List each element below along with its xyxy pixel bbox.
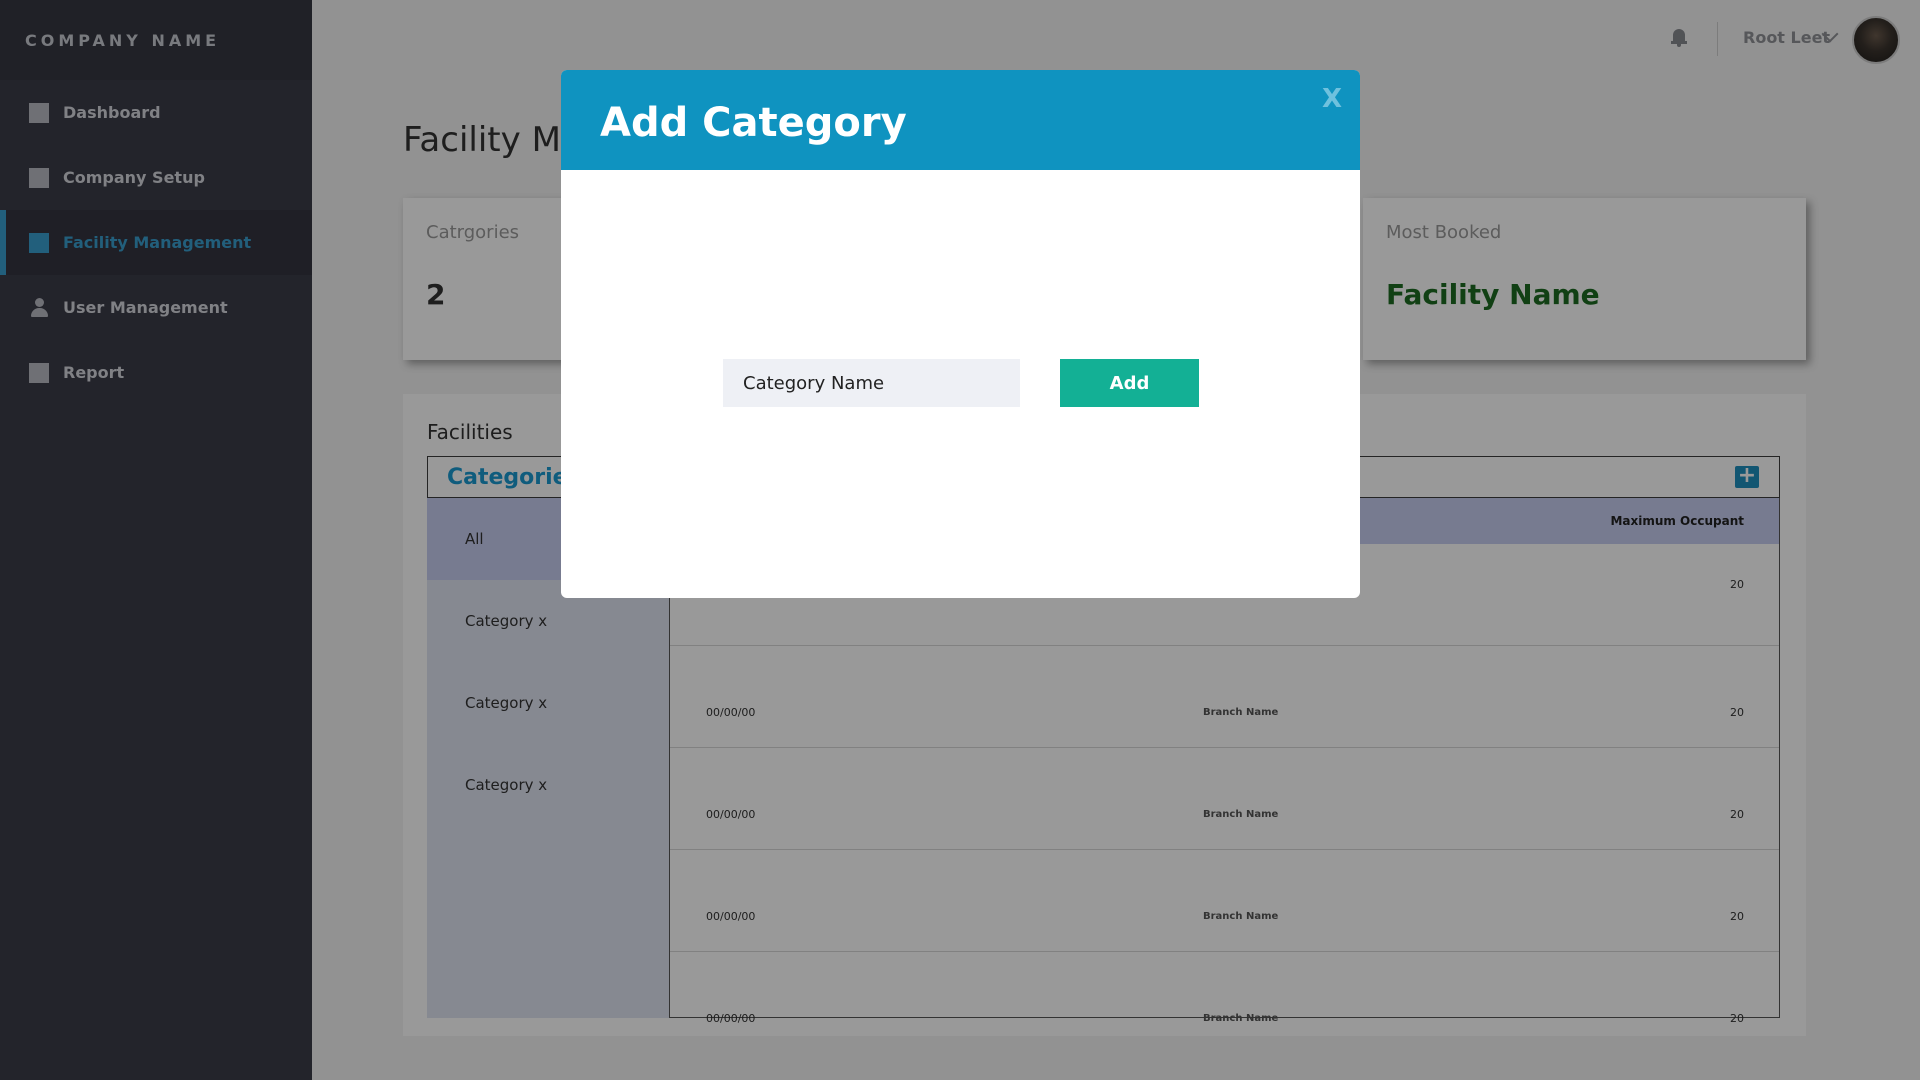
close-button[interactable]: X bbox=[1322, 84, 1342, 114]
add-category-modal: Add Category X Add bbox=[561, 70, 1360, 598]
modal-title: Add Category bbox=[600, 100, 907, 146]
add-button[interactable]: Add bbox=[1060, 359, 1199, 407]
category-name-input[interactable] bbox=[723, 359, 1020, 407]
modal-header: Add Category X bbox=[561, 70, 1360, 170]
